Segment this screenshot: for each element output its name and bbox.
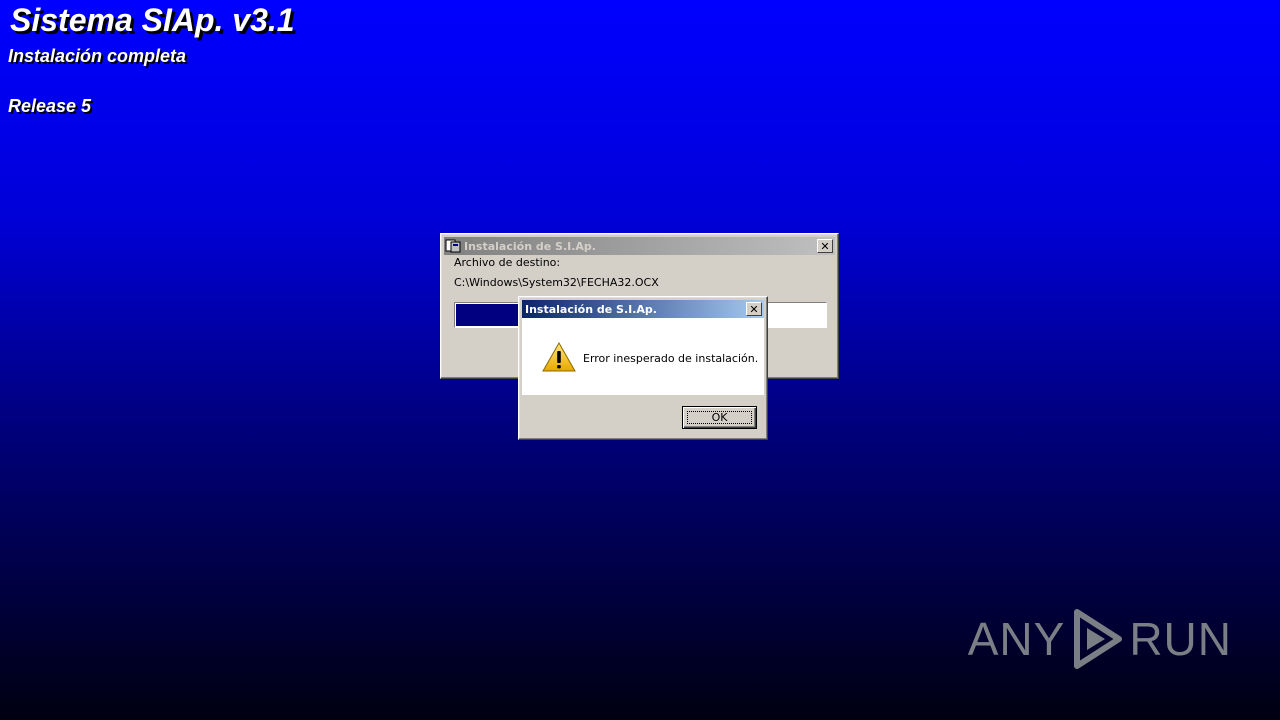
destination-path: C:\Windows\System32\FECHA32.OCX — [454, 276, 659, 289]
error-message: Error inesperado de instalación. — [583, 352, 759, 365]
ok-button-label: OK — [711, 411, 728, 424]
error-message-area: Error inesperado de instalación. — [522, 318, 764, 395]
watermark-text-left: ANY — [967, 613, 1066, 665]
install-dialog-title: Instalación de S.I.Ap. — [464, 239, 596, 253]
ok-button[interactable]: OK — [682, 406, 757, 429]
setup-app-icon — [445, 239, 461, 253]
install-progress-fill — [456, 304, 519, 326]
play-logo-icon — [1074, 609, 1123, 669]
close-icon: ✕ — [820, 239, 830, 253]
install-dialog-titlebar[interactable]: Instalación de S.I.Ap. ✕ — [444, 237, 835, 255]
error-dialog-titlebar[interactable]: Instalación de S.I.Ap. ✕ — [522, 300, 764, 318]
install-dialog-close-button[interactable]: ✕ — [817, 239, 833, 253]
setup-title: Sistema SIAp. v3.1 — [10, 2, 295, 38]
close-icon: ✕ — [749, 302, 759, 316]
setup-subtitle: Instalación completa — [8, 46, 187, 66]
error-dialog: Instalación de S.I.Ap. ✕ Error inesperad… — [518, 296, 768, 440]
anyrun-watermark: ANY RUN — [968, 608, 1232, 670]
error-dialog-close-button[interactable]: ✕ — [746, 302, 762, 316]
release-label: Release 5 — [8, 96, 92, 116]
destination-label: Archivo de destino: — [454, 256, 561, 269]
watermark-text-right: RUN — [1129, 613, 1232, 665]
error-dialog-title: Instalación de S.I.Ap. — [525, 302, 657, 316]
warning-icon — [542, 342, 576, 372]
